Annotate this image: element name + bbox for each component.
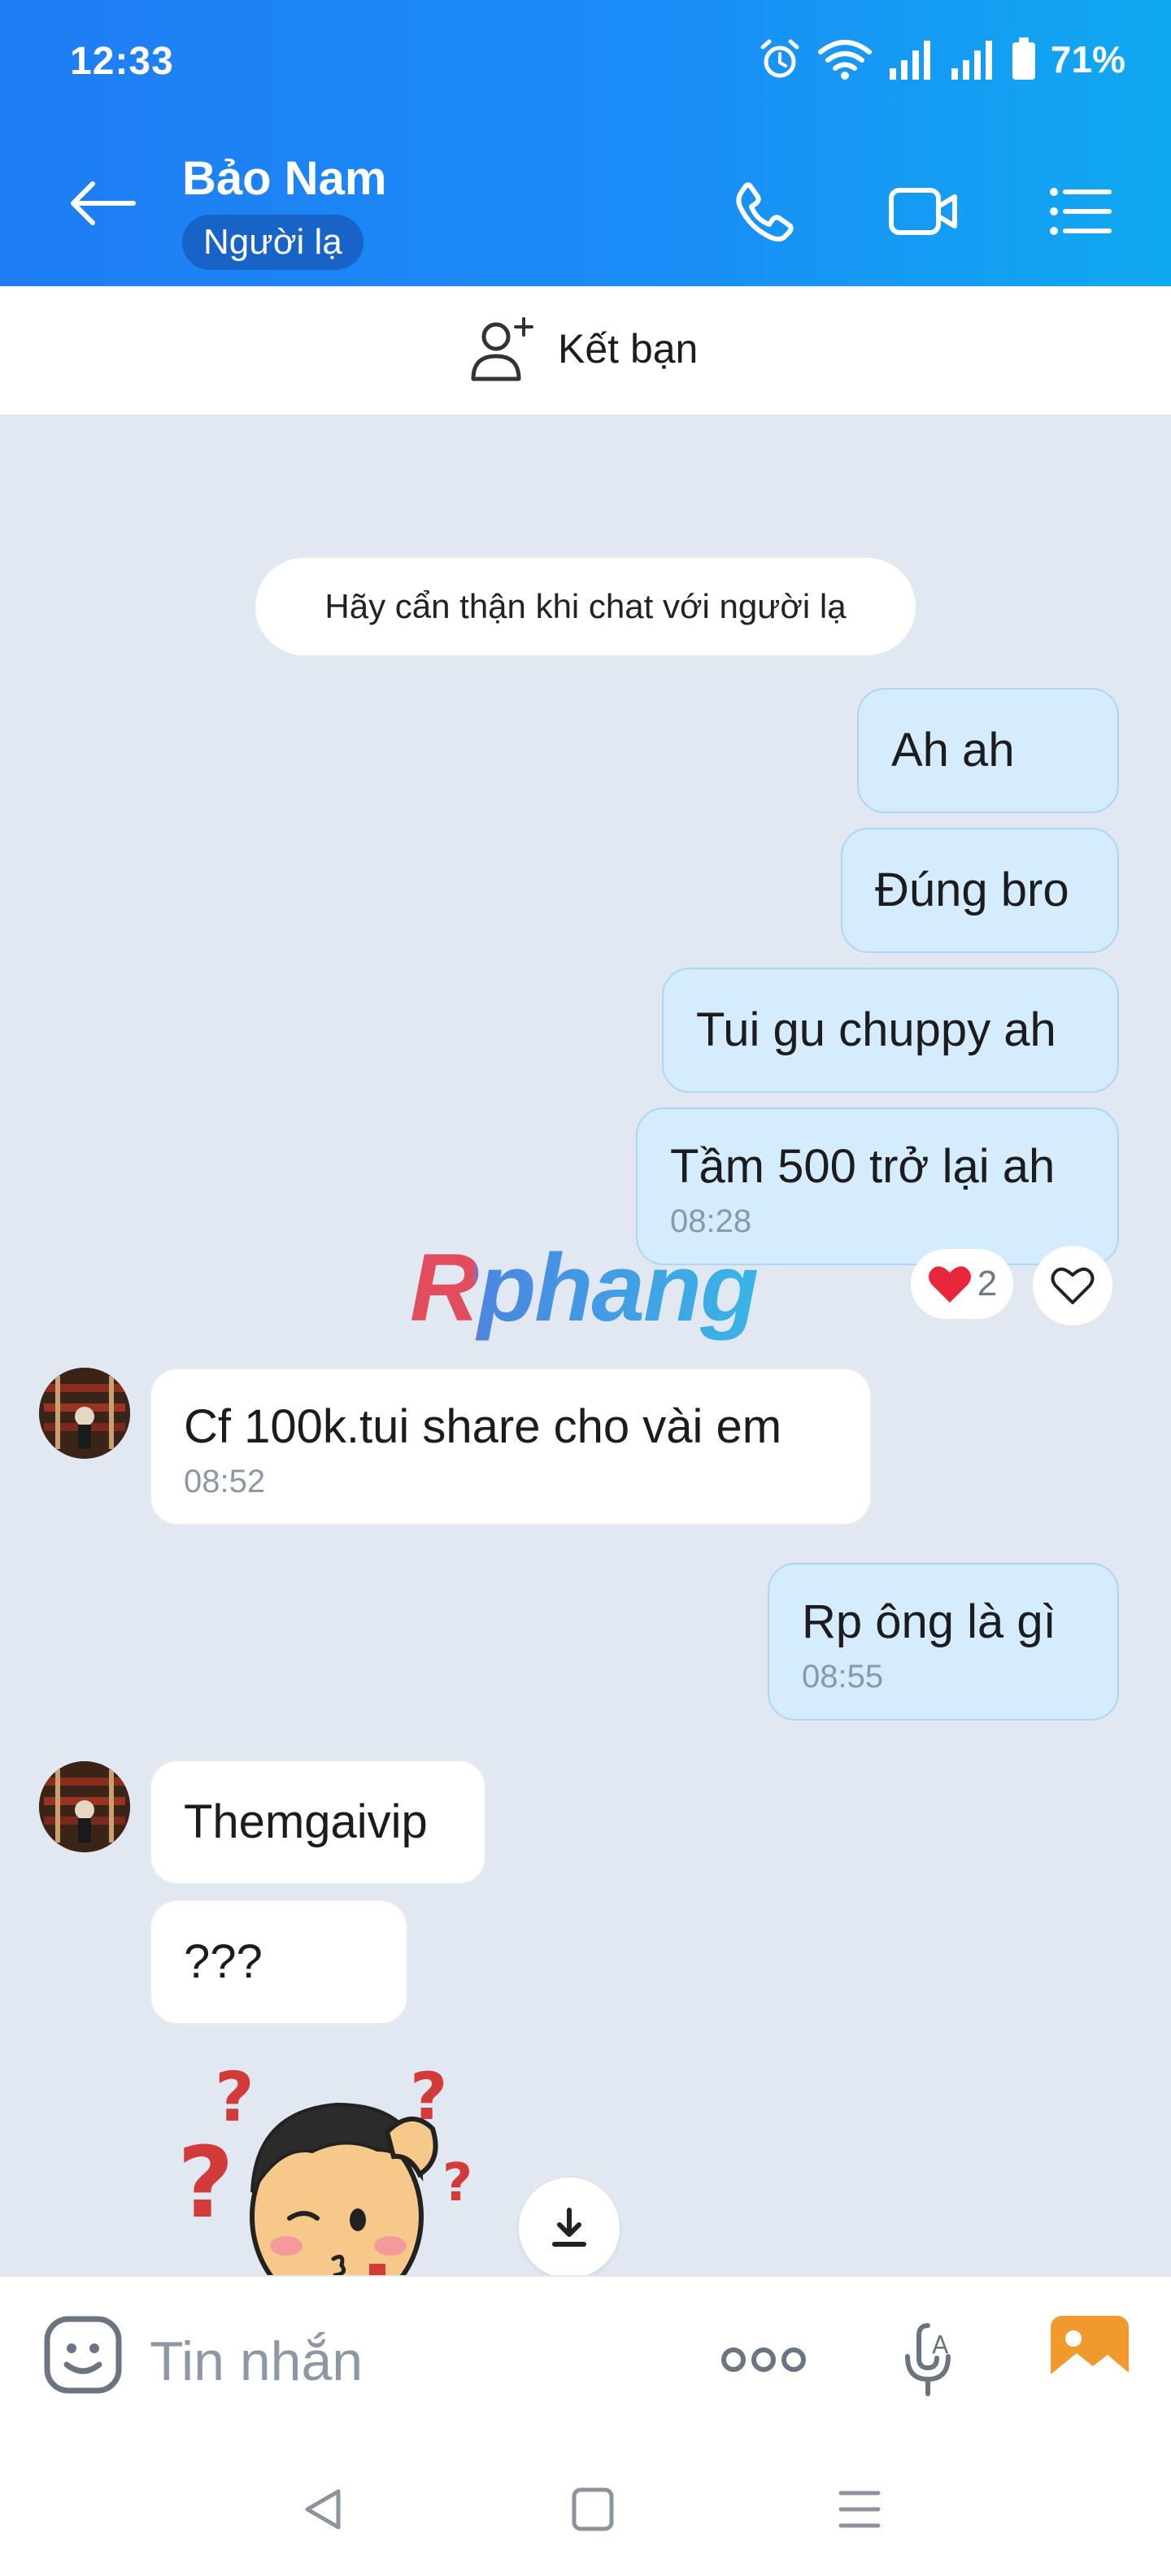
nav-recents-icon bbox=[838, 2491, 881, 2528]
alarm-icon bbox=[760, 39, 799, 78]
back-arrow-icon bbox=[71, 181, 136, 225]
message-input[interactable] bbox=[150, 2321, 670, 2402]
contact-name[interactable]: Bảo Nam bbox=[182, 151, 386, 206]
react-button[interactable] bbox=[1033, 1246, 1112, 1325]
nav-back-button[interactable] bbox=[301, 2487, 343, 2536]
heart-outline-icon bbox=[1051, 1267, 1095, 1304]
image-gallery-icon bbox=[1051, 2316, 1129, 2391]
microphone-icon: A bbox=[905, 2323, 951, 2396]
reaction-count: 2 bbox=[977, 1264, 998, 1303]
back-button[interactable] bbox=[68, 179, 140, 228]
message-text: Themgaivip bbox=[184, 1795, 428, 1848]
message-bubble[interactable]: Themgaivip bbox=[150, 1760, 486, 1885]
divider bbox=[0, 2275, 1171, 2277]
signal-icon bbox=[951, 41, 992, 80]
watermark: Rphang bbox=[410, 1234, 759, 1342]
message-text: Đúng bro bbox=[875, 864, 1069, 916]
avatar-image bbox=[39, 1761, 130, 1852]
heart-icon bbox=[928, 1266, 971, 1303]
signal-icon bbox=[889, 41, 930, 80]
contact-avatar[interactable] bbox=[39, 1368, 130, 1459]
system-navigation-bar bbox=[0, 2448, 1171, 2576]
message-text: Cf 100k.tui share cho vài em bbox=[184, 1400, 782, 1453]
svg-text:?: ? bbox=[177, 2127, 234, 2240]
emoji-button[interactable] bbox=[42, 2314, 124, 2400]
status-time: 12:33 bbox=[70, 40, 174, 83]
svg-text:A: A bbox=[932, 2331, 949, 2360]
message-text: Tầm 500 trở lại ah bbox=[670, 1140, 1056, 1193]
voice-call-button[interactable] bbox=[732, 179, 797, 248]
status-icons: 71% bbox=[758, 37, 1125, 81]
message-text: ??? bbox=[184, 1935, 263, 1988]
message-time: 08:55 bbox=[802, 1659, 884, 1695]
add-friend-button[interactable]: Kết bạn bbox=[467, 312, 698, 385]
chat-options-button[interactable] bbox=[1047, 179, 1112, 248]
reaction-summary[interactable]: 2 bbox=[911, 1249, 1013, 1319]
avatar-image bbox=[39, 1368, 130, 1459]
message-bubble[interactable]: ??? bbox=[150, 1899, 408, 2025]
video-call-icon bbox=[889, 188, 957, 235]
message-text: Rp ông là gì bbox=[802, 1595, 1056, 1648]
menu-list-icon bbox=[1050, 188, 1112, 235]
message-bubble[interactable]: Rp ông là gì 08:55 bbox=[768, 1563, 1119, 1721]
message-bubble[interactable]: Cf 100k.tui share cho vài em 08:52 bbox=[150, 1368, 872, 1525]
nav-recents-button[interactable] bbox=[838, 2487, 882, 2536]
add-friend-bar: Kết bạn bbox=[0, 286, 1171, 416]
add-friend-label: Kết bạn bbox=[558, 326, 699, 372]
wifi-icon bbox=[817, 40, 872, 80]
nav-back-icon bbox=[305, 2489, 341, 2530]
contact-avatar[interactable] bbox=[39, 1761, 130, 1852]
video-call-button[interactable] bbox=[888, 179, 960, 248]
battery-percent: 71% bbox=[1050, 38, 1125, 80]
svg-text:?: ? bbox=[215, 2057, 255, 2137]
message-bubble[interactable]: Đúng bro bbox=[841, 828, 1119, 953]
sticker-emoji-icon bbox=[44, 2316, 122, 2394]
confused-sticker[interactable]: ? ? ? ? bbox=[174, 2054, 499, 2275]
message-bubble[interactable]: Ah ah bbox=[857, 688, 1119, 813]
message-text: Ah ah bbox=[891, 724, 1015, 777]
nav-home-icon bbox=[572, 2487, 614, 2531]
download-icon bbox=[552, 2208, 586, 2247]
add-user-icon bbox=[471, 317, 533, 381]
stranger-warning-notice: Hãy cẩn thận khi chat với người lạ bbox=[255, 558, 916, 655]
stranger-badge: Người lạ bbox=[182, 215, 363, 270]
message-time: 08:52 bbox=[184, 1464, 266, 1499]
more-dots-icon bbox=[721, 2348, 806, 2372]
svg-text:?: ? bbox=[442, 2153, 472, 2213]
more-options-button[interactable] bbox=[719, 2343, 808, 2380]
top-bar: 12:33 71% Bảo Nam Người lạ bbox=[0, 0, 1171, 286]
message-text: Tui gu chuppy ah bbox=[696, 1003, 1056, 1056]
battery-icon bbox=[1012, 37, 1035, 80]
voice-message-button[interactable]: A bbox=[901, 2317, 955, 2403]
message-bubble[interactable]: Tui gu chuppy ah bbox=[662, 968, 1119, 1093]
download-button[interactable] bbox=[519, 2178, 620, 2278]
send-image-button[interactable] bbox=[1049, 2314, 1130, 2396]
nav-home-button[interactable] bbox=[571, 2487, 615, 2536]
phone-call-icon bbox=[736, 182, 794, 242]
